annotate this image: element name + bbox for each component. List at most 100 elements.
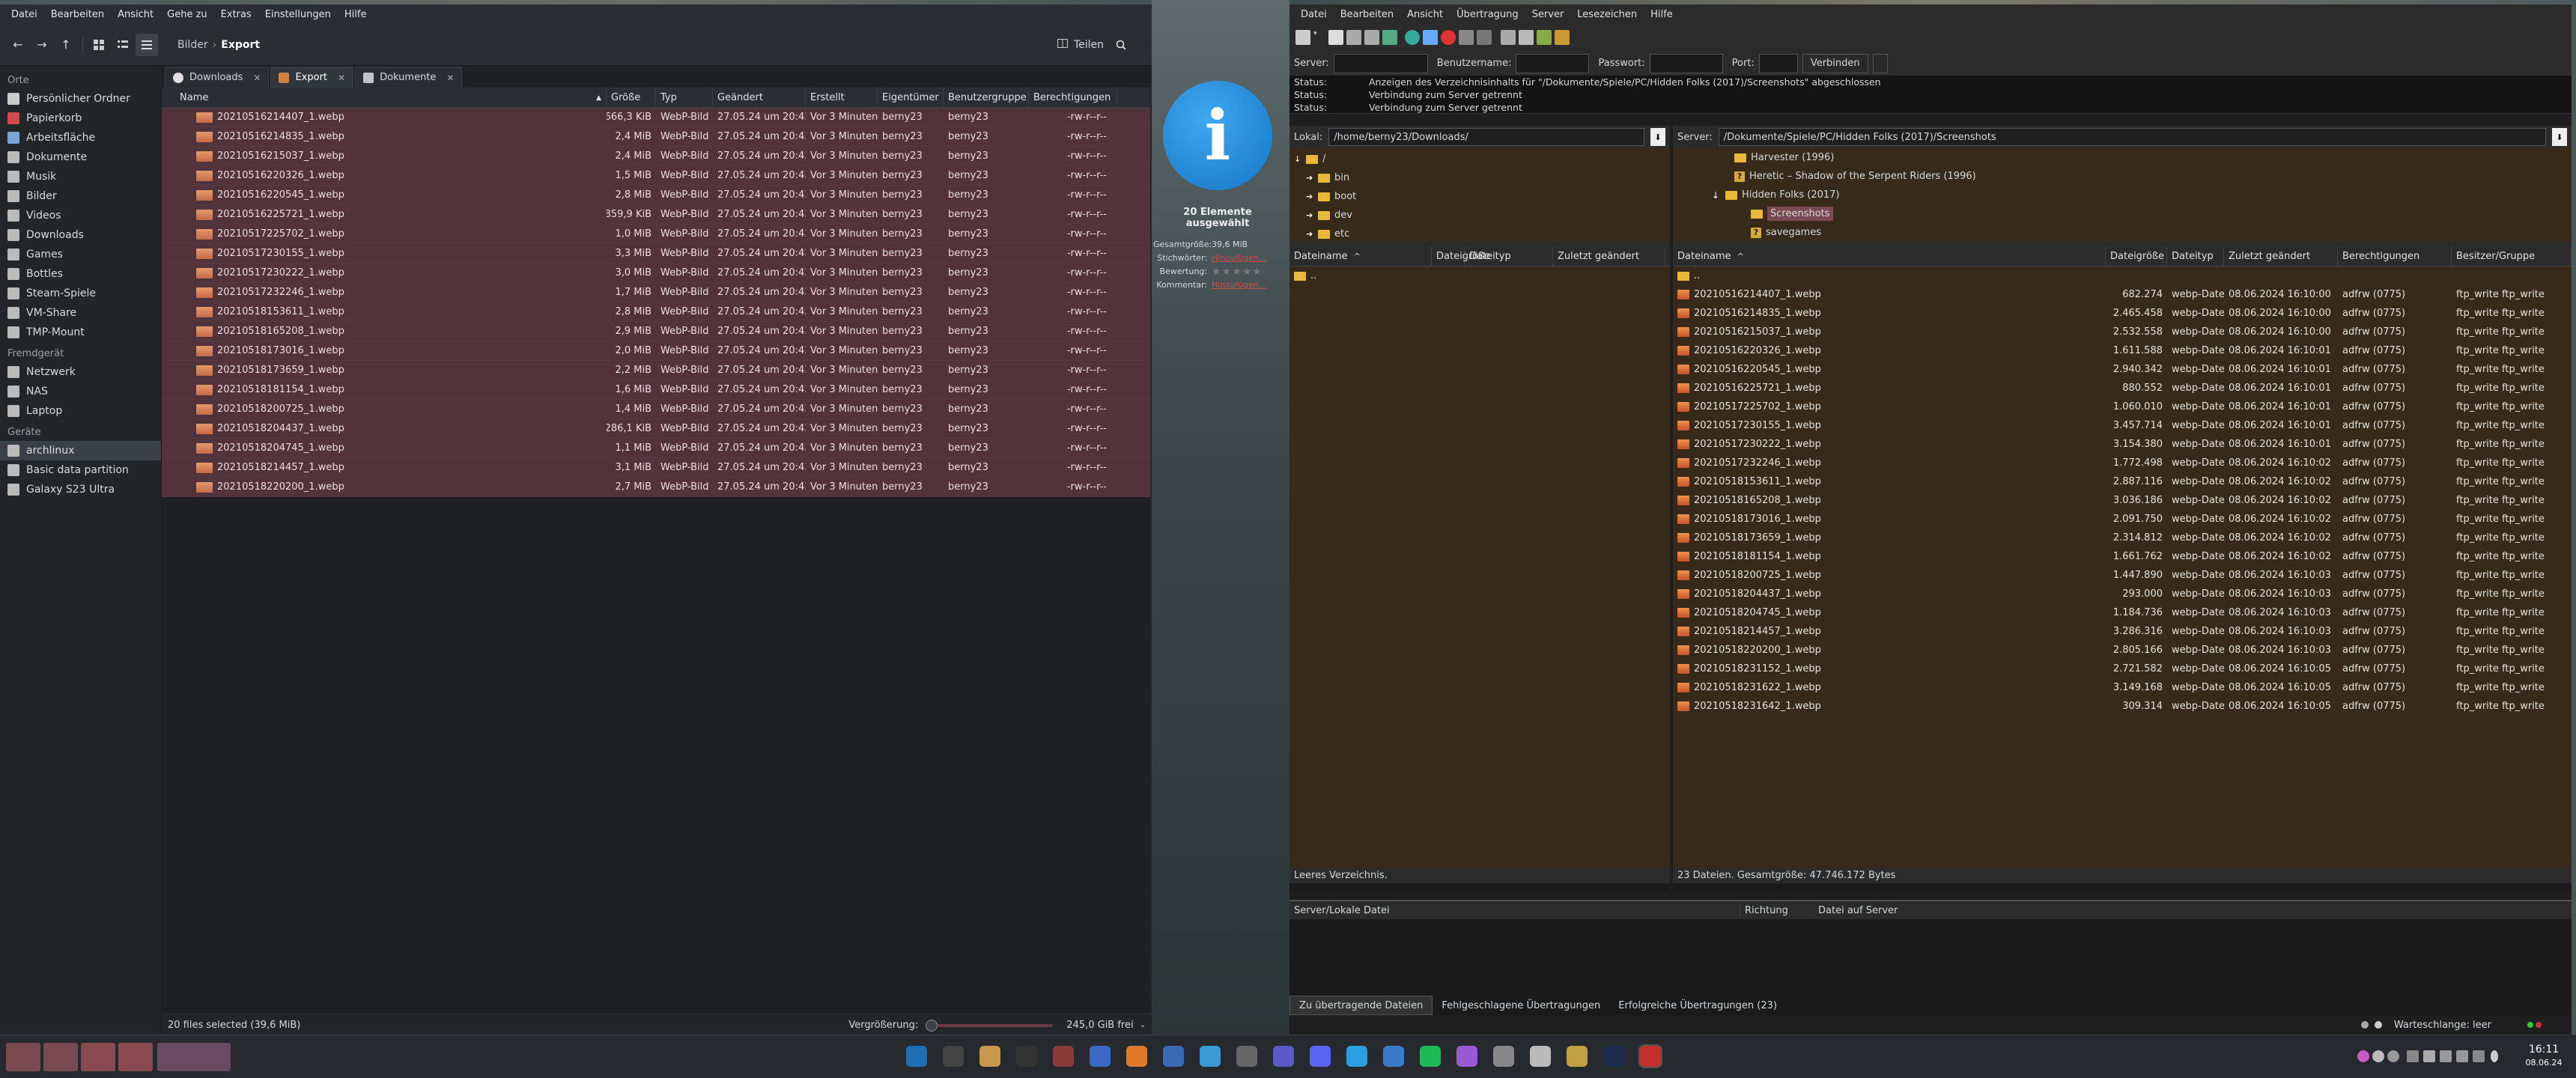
- places-item-tmp-mount[interactable]: TMP-Mount: [0, 323, 161, 342]
- places-item-games[interactable]: Games: [0, 245, 161, 264]
- back-icon[interactable]: ←: [6, 33, 30, 57]
- table-row[interactable]: 20210518173659_1.webp 2.314.812 webp-Datei…: [1673, 529, 2572, 547]
- table-row[interactable]: 20210516214407_1.webp 682.274 webp-Datei 08…: [1673, 285, 2572, 304]
- archive-icon[interactable]: [1530, 1046, 1551, 1067]
- port-input[interactable]: [1758, 53, 1798, 73]
- table-row[interactable]: 20210516220326_1.webp 1.611.588 webp-Datei…: [1673, 341, 2572, 360]
- chat-icon[interactable]: [1346, 1046, 1367, 1067]
- queue-icon[interactable]: [1382, 30, 1397, 45]
- table-row[interactable]: 20210518173016_1.webp 2.091.750 webp-Datei…: [1673, 510, 2572, 529]
- add-comment-link[interactable]: Hinzufügen...: [1212, 278, 1266, 292]
- table-row[interactable]: 20210516214835_1.webp 2.465.458 webp-Datei…: [1673, 304, 2572, 323]
- table-row[interactable]: 20210516225721_1.webp 859,9 KiB WebP-Bild 2…: [162, 205, 1150, 225]
- column-dateigr-e[interactable]: Dateigröße: [2106, 247, 2167, 266]
- tab-failed-transfers[interactable]: Fehlgeschlagene Übertragungen: [1433, 996, 1609, 1015]
- connect-button[interactable]: Verbinden: [1802, 53, 1868, 73]
- search-icon[interactable]: [943, 1046, 964, 1067]
- remote-path-input[interactable]: /Dokumente/Spiele/PC/Hidden Folks (2017)…: [1718, 128, 2546, 146]
- table-row[interactable]: 20210516220545_1.webp 2.940.342 webp-Datei…: [1673, 360, 2572, 379]
- connect-dropdown[interactable]: [1872, 53, 1888, 73]
- table-row[interactable]: 20210516220545_1.webp 2,8 MiB WebP-Bild 27.…: [162, 186, 1150, 205]
- table-row[interactable]: 20210518153611_1.webp 2.887.116 webp-Datei…: [1673, 472, 2572, 491]
- tree-item[interactable]: Screenshots: [1673, 204, 2572, 223]
- places-item-steam-spiele[interactable]: Steam-Spiele: [0, 284, 161, 303]
- table-row[interactable]: 20210517230222_1.webp 3.154.380 webp-Datei…: [1673, 435, 2572, 454]
- network-icon[interactable]: [2456, 1050, 2468, 1062]
- table-row[interactable]: 20210518204745_1.webp 1,1 MiB WebP-Bild 27.…: [162, 439, 1150, 458]
- column-name[interactable]: Name ▲: [162, 88, 607, 107]
- places-item-musik[interactable]: Musik: [0, 167, 161, 186]
- table-row[interactable]: 20210518204437_1.webp 286,1 KiB WebP-Bild 2…: [162, 419, 1150, 439]
- settings-icon[interactable]: [1493, 1046, 1514, 1067]
- chevron-down-icon[interactable]: ▾: [1313, 30, 1319, 45]
- breadcrumb-current[interactable]: Export: [216, 39, 264, 51]
- menu-item[interactable]: Hilfe: [338, 9, 374, 20]
- column-typ[interactable]: Typ: [656, 88, 713, 107]
- tab-queued-files[interactable]: Zu übertragende Dateien: [1289, 996, 1433, 1015]
- disconnect-icon[interactable]: [1459, 30, 1474, 45]
- places-item-bilder[interactable]: Bilder: [0, 186, 161, 206]
- table-row[interactable]: 20210517232246_1.webp 1.772.498 webp-Datei…: [1673, 454, 2572, 472]
- search-icon[interactable]: [1110, 34, 1132, 56]
- menu-item[interactable]: Einstellungen: [258, 9, 338, 20]
- places-item-vm-share[interactable]: VM-Share: [0, 303, 161, 323]
- places-item-basic-data-partition[interactable]: Basic data partition: [0, 460, 161, 480]
- tray-app-icon[interactable]: [2357, 1050, 2369, 1062]
- sync-browse-icon[interactable]: [1537, 30, 1552, 45]
- breadcrumb-item[interactable]: Bilder: [173, 39, 213, 51]
- table-row[interactable]: 20210516214407_1.webp 666,3 KiB WebP-Bild 2…: [162, 108, 1150, 127]
- menu-item[interactable]: Datei: [4, 9, 44, 20]
- table-row[interactable]: 20210516214835_1.webp 2,4 MiB WebP-Bild 27.…: [162, 127, 1150, 147]
- table-row[interactable]: 20210518173016_1.webp 2,0 MiB WebP-Bild 27.…: [162, 341, 1150, 361]
- expand-arrow-icon[interactable]: ↓: [1294, 154, 1306, 164]
- parent-dir-row[interactable]: ..: [1289, 267, 1670, 285]
- taskbar-window-thumb[interactable]: [6, 1043, 40, 1071]
- table-row[interactable]: 20210518231622_1.webp 3.149.168 webp-Datei…: [1673, 678, 2572, 697]
- process-queue-icon[interactable]: [1423, 30, 1438, 45]
- server-input[interactable]: [1333, 53, 1428, 73]
- table-row[interactable]: 20210518153611_1.webp 2,8 MiB WebP-Bild 27.…: [162, 302, 1150, 322]
- table-row[interactable]: 20210517230155_1.webp 3,3 MiB WebP-Bild 27.…: [162, 244, 1150, 264]
- table-row[interactable]: 20210518204745_1.webp 1.184.736 webp-Datei…: [1673, 603, 2572, 622]
- close-icon[interactable]: ✕: [446, 73, 454, 83]
- file-manager-icon[interactable]: [979, 1046, 1000, 1067]
- menu-item[interactable]: Datei: [1294, 9, 1334, 20]
- taskbar-window-thumb[interactable]: [157, 1043, 231, 1071]
- filter-icon[interactable]: [1501, 30, 1516, 45]
- column-eigent-mer[interactable]: Eigentümer: [878, 88, 944, 107]
- taskbar-window-thumb[interactable]: [43, 1043, 78, 1071]
- column-dateiname[interactable]: Dateiname ^: [1289, 247, 1432, 266]
- column-besitzer-gruppe[interactable]: Besitzer/Gruppe: [2452, 247, 2572, 266]
- up-icon[interactable]: ↑: [54, 33, 78, 57]
- column-benutzergruppe[interactable]: Benutzergruppe: [944, 88, 1029, 107]
- table-row[interactable]: 20210518173659_1.webp 2,2 MiB WebP-Bild 27.…: [162, 361, 1150, 380]
- expand-arrow-icon[interactable]: ➔: [1306, 173, 1318, 183]
- places-item-archlinux[interactable]: archlinux: [0, 441, 161, 460]
- display-icon[interactable]: [2473, 1050, 2485, 1062]
- table-row[interactable]: 20210518200725_1.webp 1.447.890 webp-Datei…: [1673, 566, 2572, 585]
- tree-item[interactable]: ↓ /: [1289, 150, 1670, 168]
- tab-downloads[interactable]: Downloads ✕: [165, 67, 270, 88]
- cancel-icon[interactable]: [1441, 30, 1456, 45]
- places-item-nas[interactable]: NAS: [0, 382, 161, 401]
- column-ge-ndert[interactable]: Geändert: [713, 88, 806, 107]
- table-row[interactable]: 20210517232246_1.webp 1,7 MiB WebP-Bild 27.…: [162, 283, 1150, 302]
- column-gr-e[interactable]: Größe: [607, 88, 656, 107]
- chevron-up-icon[interactable]: [2491, 1050, 2498, 1062]
- refresh-icon[interactable]: [1405, 30, 1420, 45]
- parent-dir-row[interactable]: ..: [1673, 267, 2572, 285]
- tree-item[interactable]: Harvester (1996): [1673, 148, 2572, 167]
- rating-stars[interactable]: ★★★★★: [1212, 265, 1263, 278]
- local-tree-icon[interactable]: [1346, 30, 1361, 45]
- share-button[interactable]: Teilen: [1057, 34, 1146, 56]
- places-item-netzwerk[interactable]: Netzwerk: [0, 362, 161, 382]
- expand-arrow-icon[interactable]: ➔: [1306, 229, 1318, 239]
- places-item-videos[interactable]: Videos: [0, 206, 161, 225]
- backup-icon[interactable]: [1383, 1046, 1404, 1067]
- remote-tree-icon[interactable]: [1364, 30, 1379, 45]
- table-row[interactable]: 20210518181154_1.webp 1,6 MiB WebP-Bild 27.…: [162, 380, 1150, 400]
- tree-item[interactable]: ↓ Hidden Folks (2017): [1673, 186, 2572, 204]
- volume-icon[interactable]: [2440, 1050, 2452, 1062]
- tree-item[interactable]: ? savegames: [1673, 223, 2572, 241]
- tab-export[interactable]: Export ✕: [270, 67, 354, 88]
